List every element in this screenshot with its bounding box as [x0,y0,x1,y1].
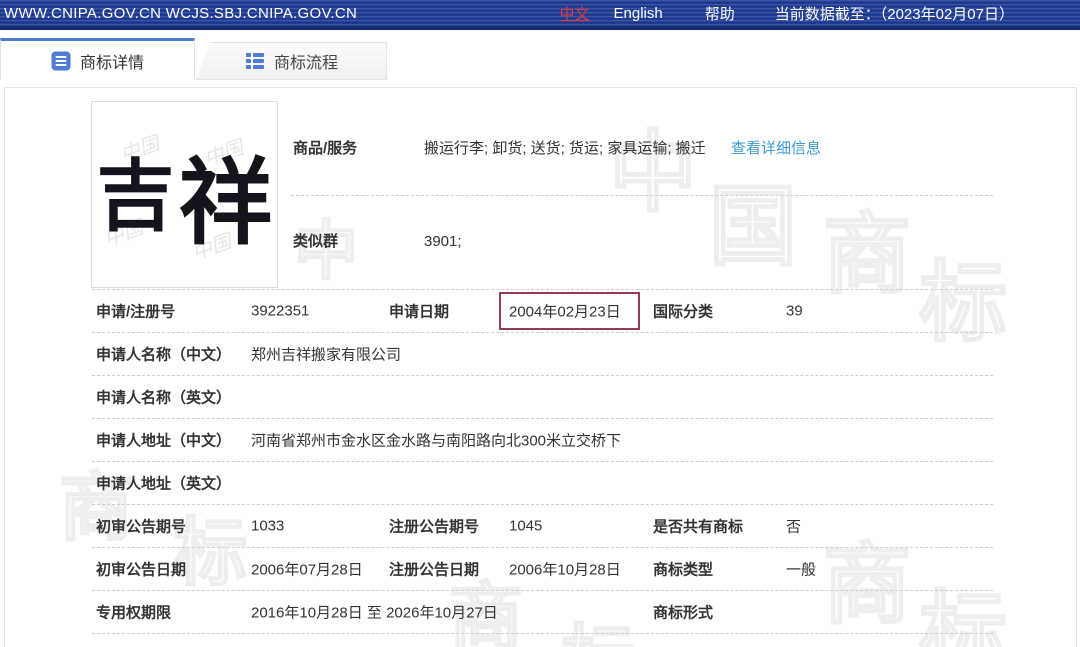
shared-trademark-value: 否 [786,516,801,537]
document-lines-icon [51,51,71,71]
table-row: 申请人地址（英文） [92,462,993,505]
first-trial-date-value: 2006年07月28日 [251,559,363,580]
reg-date-label: 注册公告日期 [389,559,479,580]
trademark-type-label: 商标类型 [653,559,713,580]
table-row: 专用权期限 2016年10月28日 至 2026年10月27日 商标形式 [92,591,993,634]
help-link[interactable]: 帮助 [705,3,735,24]
apply-date-label: 申请日期 [389,301,449,322]
content-layer: 中国 中国 中国 中国 吉 祥 商品/服务 搬运行李; 卸货; 送货; 货运; … [5,88,1076,647]
table-row: 申请/注册号 3922351 申请日期 2004年02月23日 国际分类 39 [92,290,993,333]
separator [291,195,993,196]
applicant-name-cn-label: 申请人名称（中文） [96,344,231,365]
reg-issue-value: 1045 [509,518,542,535]
trademark-image: 中国 中国 中国 中国 吉 祥 [91,101,278,288]
intl-class-label: 国际分类 [653,301,713,322]
trademark-character: 祥 [179,127,273,263]
tab-trademark-detail[interactable]: 商标详情 [0,38,195,80]
topbar: WWW.CNIPA.GOV.CN WCJS.SBJ.CNIPA.GOV.CN 中… [0,0,1080,30]
first-trial-issue-value: 1033 [251,518,284,535]
similar-group-label: 类似群 [293,232,338,252]
trademark-detail-panel: 中 国 商 标 中 商 标 商 标 商 标 中国 中国 中国 中国 吉 祥 商品… [4,87,1077,647]
similar-group-value: 3901; [424,232,462,252]
goods-services-label: 商品/服务 [293,139,357,159]
table-row: 申请人名称（英文） [92,376,993,419]
lang-english-link[interactable]: English [614,5,663,22]
table-row: 申请人地址（中文） 河南省郑州市金水区金水路与南阳路向北300米立交桥下 [92,419,993,462]
first-trial-date-label: 初审公告日期 [96,559,186,580]
applicant-address-cn-value: 河南省郑州市金水区金水路与南阳路向北300米立交桥下 [251,430,621,451]
reg-issue-label: 注册公告期号 [389,516,479,537]
lang-chinese-link[interactable]: 中文 [560,3,590,24]
data-cutoff-text: 当前数据截至：（2023年02月07日） [775,3,1014,24]
reg-number-value: 3922351 [251,303,309,320]
exclusive-period-value: 2016年10月28日 至 2026年10月27日 [251,602,498,623]
trademark-form-label: 商标形式 [653,602,713,623]
exclusive-period-label: 专用权期限 [96,602,171,623]
first-trial-issue-label: 初审公告期号 [96,516,186,537]
trademark-type-value: 一般 [786,559,816,580]
trademark-character: 吉 [96,134,174,246]
applicant-name-cn-value: 郑州吉祥搬家有限公司 [251,344,401,365]
list-grid-icon [245,51,265,71]
apply-date-value: 2004年02月23日 [509,301,621,322]
goods-services-value: 搬运行李; 卸货; 送货; 货运; 家具运输; 搬迁 [424,139,706,159]
applicant-address-cn-label: 申请人地址（中文） [96,430,231,451]
site-domains: WWW.CNIPA.GOV.CN WCJS.SBJ.CNIPA.GOV.CN [4,5,357,22]
intl-class-value: 39 [786,303,803,320]
tab-detail-label: 商标详情 [80,49,144,73]
applicant-name-en-label: 申请人名称（英文） [96,387,231,408]
view-details-link[interactable]: 查看详细信息 [731,139,821,159]
tab-process-label: 商标流程 [274,49,338,73]
reg-number-label: 申请/注册号 [96,301,175,322]
applicant-address-en-label: 申请人地址（英文） [96,473,231,494]
shared-trademark-label: 是否共有商标 [653,516,743,537]
table-row: 申请人名称（中文） 郑州吉祥搬家有限公司 [92,333,993,376]
reg-date-value: 2006年10月28日 [509,559,621,580]
tab-strip: 商标详情 商标流程 [0,38,1080,80]
table-row: 初审公告期号 1033 注册公告期号 1045 是否共有商标 否 [92,505,993,548]
detail-table: 申请/注册号 3922351 申请日期 2004年02月23日 国际分类 39 … [92,289,993,634]
tab-trademark-process[interactable]: 商标流程 [196,42,387,80]
table-row: 初审公告日期 2006年07月28日 注册公告日期 2006年10月28日 商标… [92,548,993,591]
